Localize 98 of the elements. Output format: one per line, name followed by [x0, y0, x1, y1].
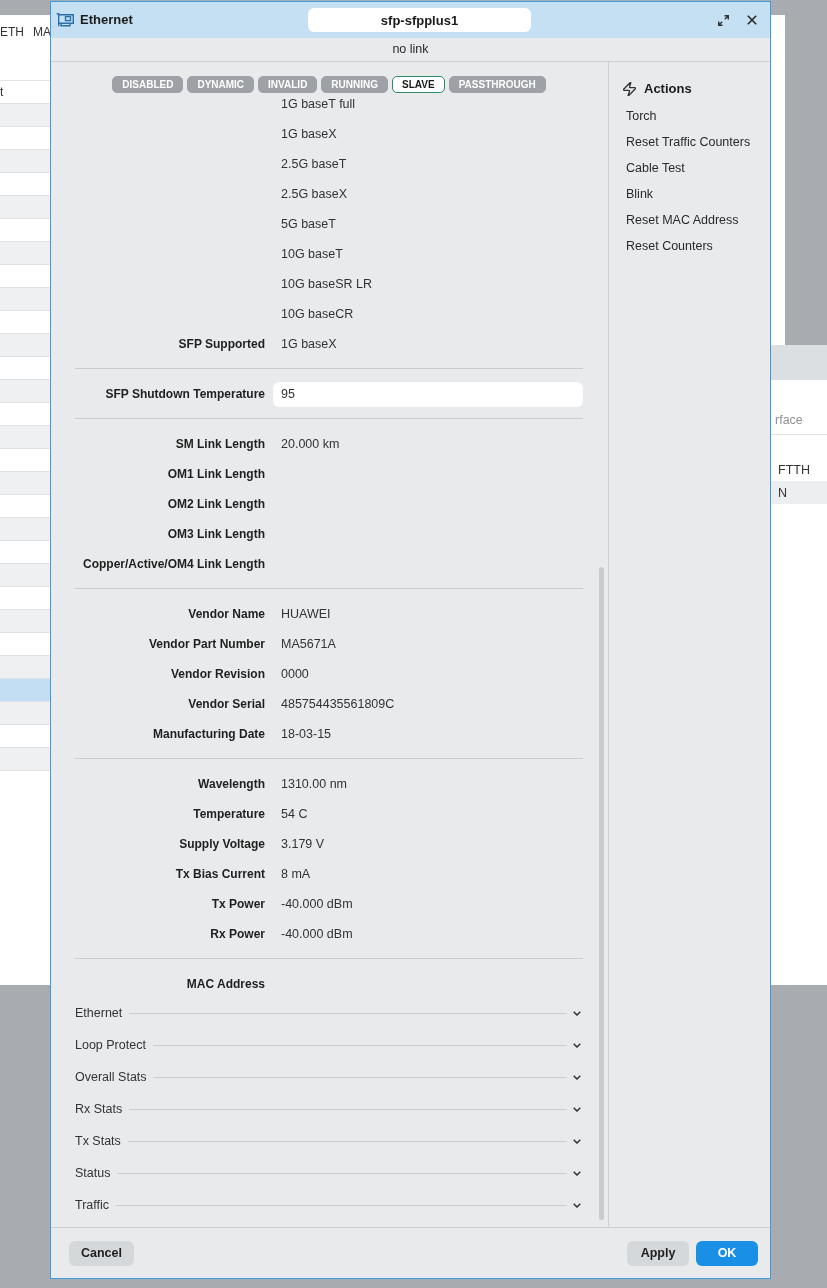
section-header[interactable]: Status	[75, 1157, 583, 1189]
status-flag: RUNNING	[321, 76, 389, 93]
table-row[interactable]	[0, 656, 51, 679]
field-label: SFP Supported	[178, 336, 265, 352]
footer-button[interactable]: Apply	[627, 1240, 689, 1266]
field-label: Vendor Serial	[188, 696, 265, 712]
status-flag: INVALID	[258, 76, 318, 93]
field-label: MAC Address	[186, 976, 265, 992]
status-flag: SLAVE	[392, 76, 445, 93]
chevron-down-icon	[573, 1138, 581, 1144]
field-label: Tx Power	[211, 896, 265, 912]
field-value: 0000	[281, 666, 309, 682]
input-field[interactable]: 95	[273, 381, 583, 407]
scrollbar-thumb[interactable]	[599, 567, 604, 1220]
table-row[interactable]	[0, 196, 51, 219]
table-row[interactable]	[0, 702, 51, 725]
chevron-down-icon	[573, 1042, 581, 1048]
field-label: OM1 Link Length	[167, 466, 265, 482]
field-value: 1G baseT full	[281, 96, 356, 112]
column-header[interactable]: MA	[33, 25, 51, 39]
chevron-down-icon	[573, 1170, 581, 1176]
field-value: 1G baseX	[281, 336, 337, 352]
table-row[interactable]	[0, 748, 51, 771]
field-value: 2.5G baseT	[281, 156, 347, 172]
field-label: OM3 Link Length	[167, 526, 265, 542]
action-item[interactable]: Torch	[626, 103, 657, 129]
field-label: SFP Shutdown Temperature	[105, 386, 265, 402]
status-flag: PASSTHROUGH	[448, 76, 546, 93]
table-row[interactable]	[0, 564, 51, 587]
table-row[interactable]	[0, 679, 51, 702]
field-value: 5G baseT	[281, 216, 336, 232]
table-row[interactable]	[0, 150, 51, 173]
table-row[interactable]	[0, 426, 51, 449]
field-value: 20.000 km	[281, 436, 340, 452]
action-item[interactable]: Reset MAC Address	[626, 207, 739, 233]
field-value: MA5671A	[281, 636, 336, 652]
footer-button[interactable]: Cancel	[69, 1240, 134, 1266]
table-row[interactable]	[0, 334, 51, 357]
table-row[interactable]	[0, 472, 51, 495]
close-icon[interactable]	[747, 15, 757, 25]
table-row[interactable]	[0, 380, 51, 403]
window-title: Ethernet	[80, 12, 133, 28]
column-header[interactable]: ETH	[0, 25, 24, 39]
chevron-down-icon	[573, 1010, 581, 1016]
section-header[interactable]: Tx Stats	[75, 1125, 583, 1157]
chevron-down-icon	[573, 1106, 581, 1112]
status-flag: DYNAMIC	[187, 76, 255, 93]
table-row[interactable]	[0, 610, 51, 633]
section-header[interactable]: Traffic	[75, 1189, 583, 1221]
section-header[interactable]: Loop Protect	[75, 1029, 583, 1061]
chevron-down-icon	[573, 1202, 581, 1208]
action-item[interactable]: Blink	[626, 181, 654, 207]
lightning-icon	[623, 82, 636, 96]
field-label: Tx Bias Current	[175, 866, 265, 882]
field-label: SM Link Length	[175, 436, 265, 452]
table-cell: N	[770, 481, 827, 504]
field-value: 2.5G baseX	[281, 186, 347, 202]
expand-icon[interactable]	[718, 14, 729, 26]
actions-title: Actions	[644, 81, 692, 97]
field-value: 8 mA	[281, 866, 311, 882]
table-row[interactable]	[0, 518, 51, 541]
field-value: 10G baseCR	[281, 306, 354, 322]
table-cell: t	[0, 85, 4, 99]
table-row[interactable]	[0, 242, 51, 265]
link-status: no link	[392, 42, 429, 57]
field-value: 1310.00 nm	[281, 776, 348, 792]
field-label: Copper/Active/OM4 Link Length	[83, 556, 265, 572]
table-row[interactable]	[0, 288, 51, 311]
field-label: Supply Voltage	[179, 836, 265, 852]
action-item[interactable]: Reset Counters	[626, 233, 713, 259]
field-value: -40.000 dBm	[281, 896, 353, 912]
section-header[interactable]: Overall Stats	[75, 1061, 583, 1093]
chevron-down-icon	[573, 1074, 581, 1080]
section-header[interactable]: Ethernet	[75, 997, 583, 1029]
status-flag: DISABLED	[112, 76, 184, 93]
section-header[interactable]: Rx Stats	[75, 1093, 583, 1125]
field-value: 3.179 V	[281, 836, 325, 852]
field-value: 54 C	[281, 806, 308, 822]
field-value: -40.000 dBm	[281, 926, 353, 942]
field-label: Vendor Part Number	[148, 636, 265, 652]
table-row[interactable]	[0, 104, 51, 127]
field-value: 10G baseT	[281, 246, 343, 262]
field-label: Wavelength	[198, 776, 265, 792]
field-label: Vendor Name	[188, 606, 265, 622]
field-label: Vendor Revision	[170, 666, 265, 682]
field-label: Manufacturing Date	[153, 726, 265, 742]
field-value: 1G baseX	[281, 126, 337, 142]
field-value: 485754435561809C	[281, 696, 395, 712]
field-label: Temperature	[193, 806, 265, 822]
field-label: OM2 Link Length	[167, 496, 265, 512]
action-item[interactable]: Cable Test	[626, 155, 685, 181]
field-value: 18-03-15	[281, 726, 332, 742]
field-label: Rx Power	[210, 926, 265, 942]
action-item[interactable]: Reset Traffic Counters	[626, 129, 751, 155]
network-card-icon	[56, 13, 74, 27]
field-value: 10G baseSR LR	[281, 276, 373, 292]
field-value: HUAWEI	[281, 606, 331, 622]
name-field[interactable]: sfp-sfpplus1	[308, 8, 531, 32]
